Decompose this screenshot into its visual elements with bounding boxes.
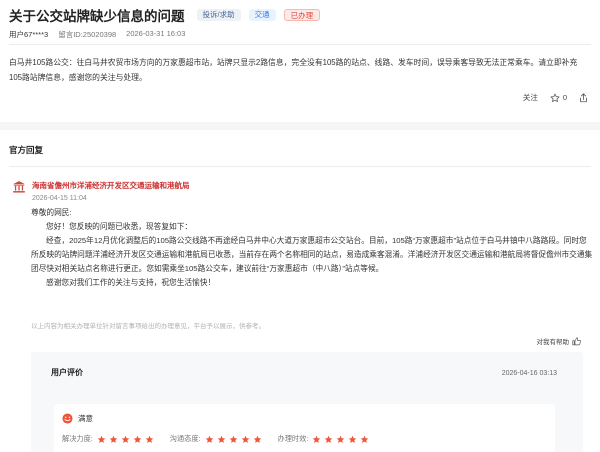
star-icon: [133, 435, 141, 443]
title-row: 关于公交站牌缺少信息的问题 投诉/求助 交通 已办理: [9, 5, 321, 25]
share-button[interactable]: [579, 92, 588, 103]
page-title: 关于公交站牌缺少信息的问题: [9, 9, 185, 24]
reply-date: 2026-04-15 11:04: [32, 195, 87, 202]
post-meta: 用户67****3 留言ID:25020398 2026-03-31 16:03: [9, 29, 185, 40]
category-tag[interactable]: 投诉/求助: [196, 9, 241, 21]
star-icon: [109, 435, 117, 443]
smiley-face-icon: [62, 413, 73, 424]
star-icon: [361, 435, 369, 443]
favorite-count: 0: [562, 93, 567, 102]
star-rating: [312, 435, 369, 444]
score-item: 沟通态度:: [170, 434, 262, 444]
message-id: 留言ID:25020398: [58, 30, 117, 39]
star-icon: [253, 435, 261, 443]
score-item: 办理时效:: [278, 434, 370, 444]
score-item: 解决力度:: [62, 434, 154, 444]
follow-label: 关注: [522, 93, 538, 102]
star-rating: [205, 435, 262, 444]
star-icon: [313, 435, 321, 443]
star-icon: [325, 435, 333, 443]
topic-tag[interactable]: 交通: [248, 9, 276, 21]
user-evaluation-card: 用户评价 2026-04-16 03:13 满意 解决力度: 沟通态度: 办理时…: [31, 352, 583, 452]
post-time: 2026-03-31 16:03: [126, 29, 186, 38]
satisfaction-label: 满意: [78, 414, 93, 423]
star-icon: [205, 435, 213, 443]
helpful-button[interactable]: 对我有帮助: [537, 336, 582, 346]
helpful-label: 对我有帮助: [536, 339, 570, 346]
divider: [9, 166, 591, 167]
evaluation-detail: 满意 解决力度: 沟通态度: 办理时效:: [54, 404, 555, 452]
official-reply-heading: 官方回复: [9, 145, 44, 155]
star-icon: [229, 435, 237, 443]
reply-paragraph: 您好！您反映的问题已收悉，现答复如下：: [46, 222, 193, 231]
evaluation-title: 用户评价: [51, 368, 83, 377]
star-icon: [241, 435, 249, 443]
evaluation-date: 2026-04-16 03:13: [501, 370, 557, 377]
reply-paragraph: 经查，2025年12月优化调整后的105路公交线路不再途经白马井中心大道万家惠超…: [31, 236, 593, 273]
score-label: 沟通态度:: [169, 434, 201, 443]
reply-greeting: 尊敬的网民:: [31, 208, 72, 217]
org-name[interactable]: 海南省儋州市洋浦经济开发区交通运输和港航局: [32, 180, 190, 191]
reply-paragraph: 感谢您对我们工作的关注与支持，祝您生活愉快！: [46, 278, 216, 287]
post-actions: 关注 0: [523, 92, 588, 103]
star-icon: [97, 435, 105, 443]
divider: [9, 44, 591, 45]
org-info: 海南省儋州市洋浦经济开发区交通运输和港航局 2026-04-15 11:04: [12, 180, 190, 202]
government-building-icon: [13, 181, 25, 193]
star-icon: [217, 435, 225, 443]
star-rating: [97, 435, 154, 444]
status-badge: 已办理: [283, 9, 321, 21]
post-content: 白马井105路公交：往白马井农贸市场方向的万家惠超市站，站牌只显示2路信息，完全…: [9, 58, 578, 82]
star-icon: [121, 435, 129, 443]
star-icon: [145, 435, 153, 443]
org-text: 海南省儋州市洋浦经济开发区交通运输和港航局 2026-04-15 11:04: [32, 180, 190, 202]
section-separator: [0, 122, 600, 130]
official-reply-body: 尊敬的网民: 您好！您反映的问题已收悉，现答复如下： 经查，2025年12月优化…: [31, 206, 593, 290]
favorite-button[interactable]: 0: [550, 93, 567, 103]
score-list: 解决力度: 沟通态度: 办理时效:: [62, 434, 385, 444]
star-icon: [349, 435, 357, 443]
follow-button[interactable]: 关注: [523, 92, 538, 103]
username: 用户67****3: [9, 30, 49, 39]
star-outline-icon: [550, 93, 560, 102]
share-icon: [580, 92, 587, 102]
star-icon: [337, 435, 345, 443]
disclaimer: 以上内容为相关办理单位针对留言事项给出的办理意见，平台予以展示，供参考。: [31, 323, 265, 330]
satisfaction: 满意: [62, 413, 93, 424]
thumbs-up-icon: [572, 336, 581, 345]
score-label: 解决力度:: [62, 434, 93, 443]
score-label: 办理时效:: [277, 434, 309, 443]
